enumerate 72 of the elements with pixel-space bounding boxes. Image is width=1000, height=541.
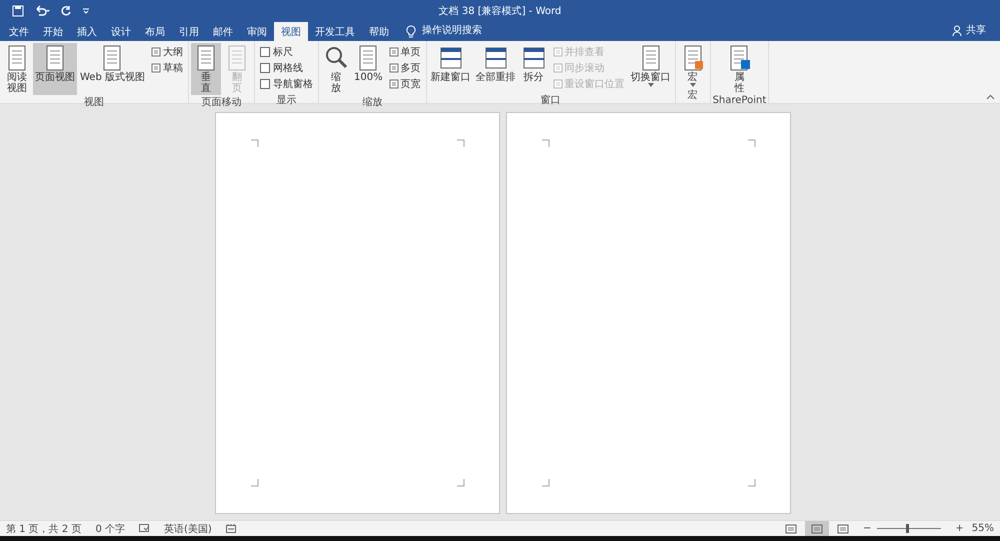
view-button[interactable] (804, 521, 829, 536)
lightbulb-icon (406, 25, 416, 38)
group-label: 窗口 (540, 94, 561, 108)
ribbon-tab[interactable]: 设计 (104, 22, 138, 41)
page-icon (784, 524, 797, 534)
ribbon-button[interactable]: 草稿 (150, 61, 183, 75)
checkbox-label: 导航窗格 (272, 78, 313, 91)
undo-icon[interactable] (34, 4, 50, 16)
page-count[interactable]: 第 1 页，共 2 页 (6, 522, 82, 536)
tell-me-search[interactable]: 操作说明搜索 (422, 23, 482, 41)
group-label: 显示 (276, 94, 296, 108)
language[interactable]: 英语(美国) (164, 522, 212, 536)
ribbon-button[interactable]: 单页 (388, 45, 421, 59)
ribbon-button[interactable]: 属性 (724, 43, 754, 95)
checkbox[interactable] (260, 79, 270, 89)
group-label: 宏 (688, 88, 698, 103)
page-icon (836, 524, 849, 534)
ribbon-button[interactable]: 缩放 (320, 43, 351, 95)
checkbox[interactable] (260, 63, 270, 73)
group-label: SharePoint (712, 95, 766, 107)
proofing-icon[interactable] (139, 524, 150, 533)
ribbon-tab[interactable]: 视图 (274, 22, 308, 41)
customize-icon[interactable] (82, 6, 90, 14)
ribbon-button[interactable]: 全部重排 (474, 43, 518, 93)
page-icon (150, 63, 161, 73)
zoom-out-button[interactable]: − (862, 523, 872, 534)
person-icon (952, 24, 963, 36)
page-icon (552, 63, 563, 73)
page-icon (552, 47, 563, 57)
checkbox-label: 标尺 (272, 46, 293, 59)
group-label: 缩放 (362, 96, 382, 110)
checkbox[interactable] (260, 47, 270, 57)
ribbon-tab[interactable]: 布局 (138, 22, 172, 41)
ribbon-tab[interactable]: 帮助 (362, 22, 396, 41)
ribbon-tab[interactable]: 开始 (36, 22, 70, 41)
ribbon-button[interactable]: 新建窗口 (428, 43, 473, 93)
ribbon-tab[interactable]: 插入 (70, 22, 104, 41)
ribbon-button[interactable]: 页宽 (388, 77, 421, 91)
page-icon (552, 79, 563, 89)
ribbon-tab[interactable]: 审阅 (240, 22, 274, 41)
checkbox-label: 网格线 (272, 62, 303, 75)
ribbon-tab[interactable]: 文件 (2, 22, 36, 41)
ribbon-button[interactable]: 多页 (388, 61, 421, 75)
page-icon (388, 63, 399, 73)
slider-thumb[interactable] (906, 524, 910, 533)
group-label: 页面移动 (201, 96, 242, 110)
redo-icon[interactable] (60, 4, 72, 16)
ribbon-button[interactable]: 宏 (678, 43, 708, 88)
word-count[interactable]: 0 个字 (95, 522, 125, 536)
ribbon-button[interactable]: Web 版式视图 (78, 43, 147, 95)
ribbon-tab[interactable]: 邮件 (206, 22, 240, 41)
ribbon-tab[interactable]: 开发工具 (308, 22, 362, 41)
ribbon-tab[interactable]: 引用 (172, 22, 206, 41)
zoom-in-button[interactable]: + (955, 523, 964, 534)
share-button[interactable]: 共享 (966, 23, 986, 37)
window-title: 文档 38 [兼容模式] - Word (438, 4, 562, 18)
ribbon-button[interactable]: 大纲 (150, 45, 183, 59)
page-icon (388, 47, 399, 57)
zoom-level[interactable]: 55% (972, 523, 994, 534)
ribbon-button[interactable]: 垂直 (190, 43, 221, 95)
collapse-icon[interactable] (986, 94, 995, 100)
ribbon-button[interactable]: 页面视图 (33, 43, 77, 95)
ribbon-button[interactable]: 切换窗口 (628, 43, 673, 93)
ribbon-button[interactable]: 阅读视图 (2, 43, 32, 95)
layout-icon[interactable] (226, 524, 236, 533)
page-icon (388, 79, 399, 89)
page-icon (150, 47, 161, 57)
group-label: 视图 (84, 96, 104, 110)
save-icon[interactable] (12, 4, 24, 16)
ribbon-button[interactable]: 拆分 (518, 43, 549, 93)
page-icon (810, 524, 823, 534)
ribbon-button[interactable]: 100% (352, 43, 385, 95)
